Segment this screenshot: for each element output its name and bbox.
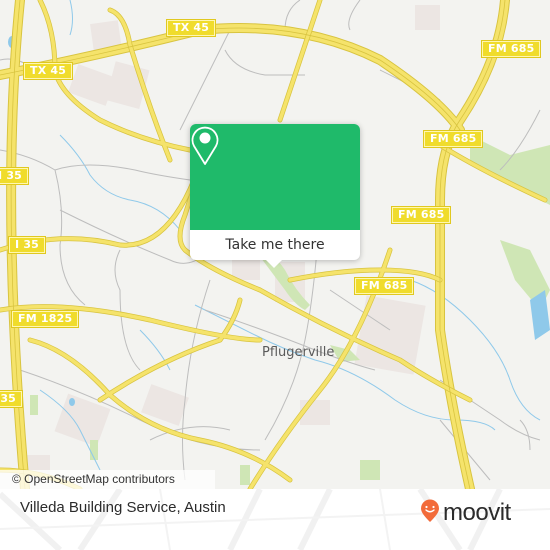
- footer: Villeda Building Service, Austin moovit: [0, 489, 550, 550]
- map[interactable]: TX 45 TX 45 FM 685 FM 685 FM 685 FM 685 …: [0, 0, 550, 489]
- location-popup: Take me there: [190, 124, 360, 268]
- road-shield-i35: I 35: [0, 390, 24, 408]
- road-shield-fm685: FM 685: [353, 277, 415, 295]
- moovit-wordmark: moovit: [443, 499, 511, 526]
- take-me-there-button[interactable]: Take me there: [190, 230, 360, 260]
- popup-header: [190, 124, 360, 230]
- road-shield-fm1825: FM 1825: [10, 310, 80, 328]
- road-shield-tx45: TX 45: [22, 62, 74, 80]
- popup-tail: [266, 260, 282, 268]
- map-attribution[interactable]: © OpenStreetMap contributors: [0, 470, 215, 489]
- road-shield-fm685: FM 685: [480, 40, 542, 58]
- road-shield-tx45: TX 45: [165, 19, 217, 37]
- road-shield-fm685: FM 685: [390, 206, 452, 224]
- moovit-logo[interactable]: moovit: [420, 499, 511, 527]
- moovit-smiley-pin-icon: [420, 499, 440, 527]
- road-shield-i35: I 35: [0, 167, 30, 185]
- place-label-pflugerville: Pflugerville: [262, 345, 335, 360]
- road-shield-i35: I 35: [7, 236, 47, 254]
- road-shield-fm685: FM 685: [422, 130, 484, 148]
- place-title: Villeda Building Service, Austin: [20, 499, 226, 516]
